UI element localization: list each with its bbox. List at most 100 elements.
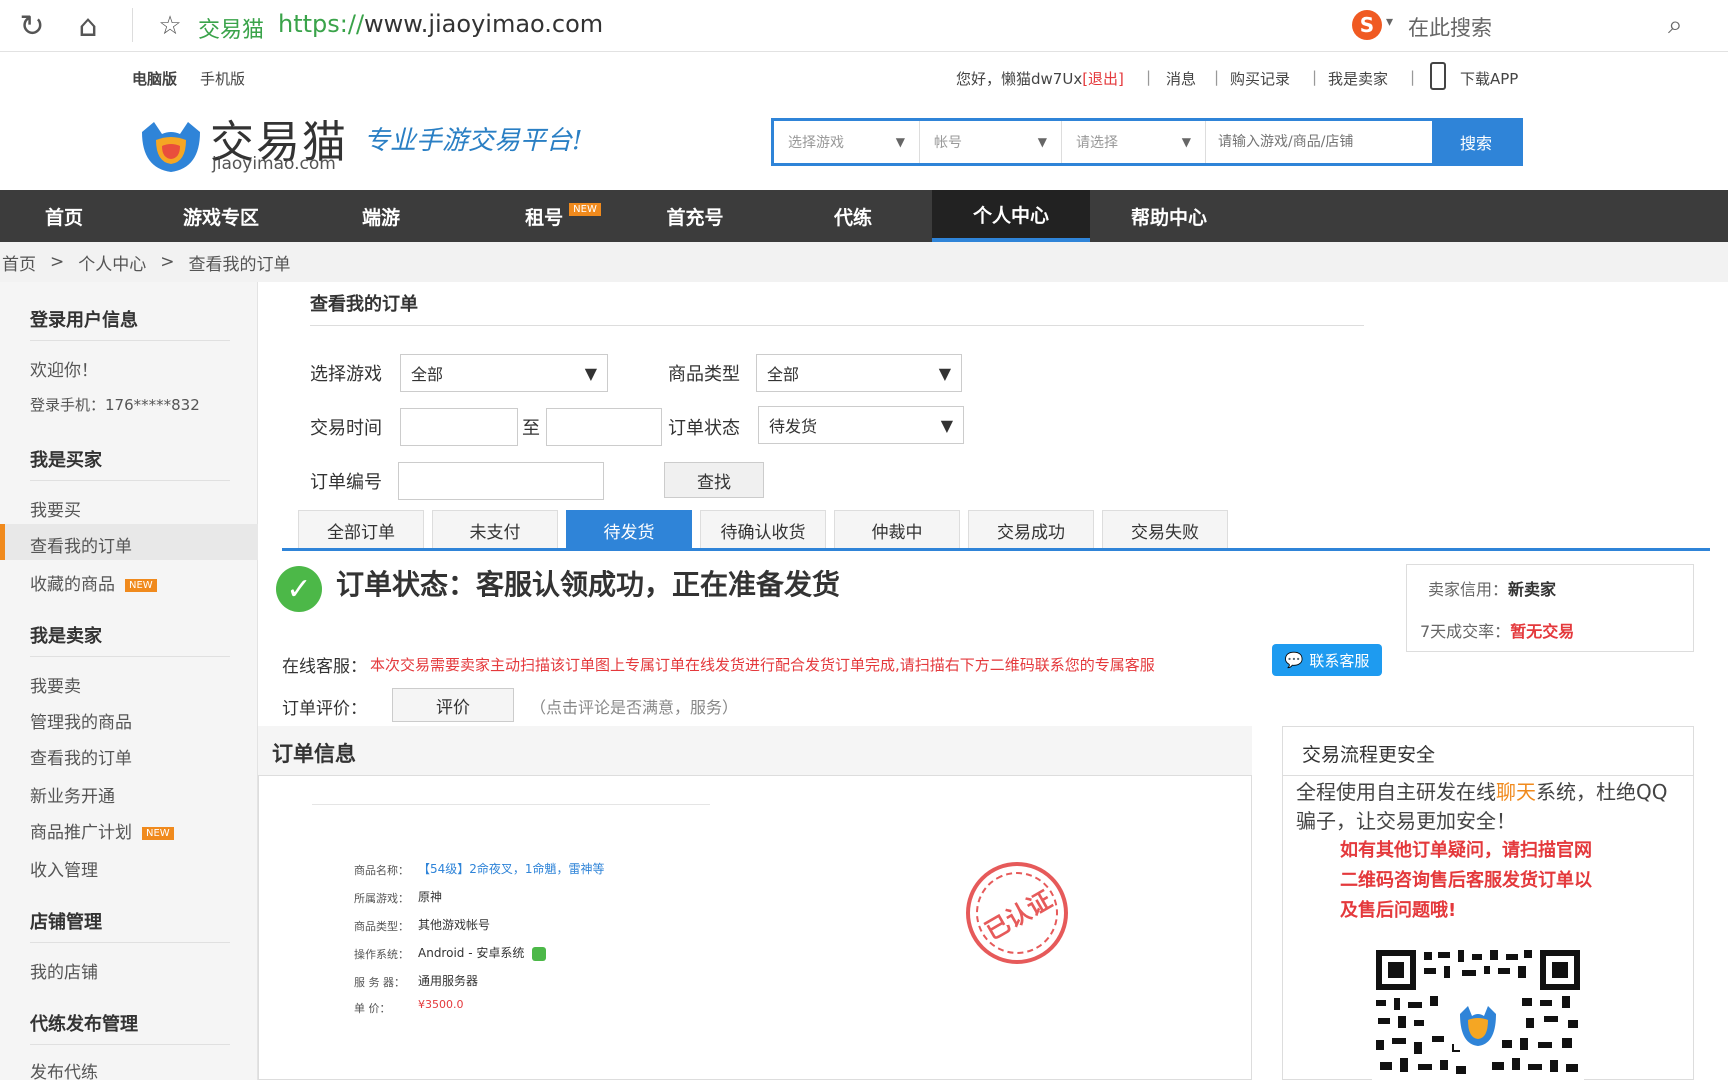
contact-cs-button[interactable]: 💬 联系客服 bbox=[1272, 644, 1382, 676]
evaluate-button[interactable]: 评价 bbox=[392, 688, 514, 722]
download-app-link[interactable]: 下载APP bbox=[1460, 68, 1518, 89]
nav-boosting[interactable]: 代练 bbox=[810, 190, 896, 242]
status-filter-select[interactable]: 待发货 ▼ bbox=[758, 406, 964, 444]
tab-all-orders[interactable]: 全部订单 bbox=[298, 510, 424, 550]
query-button[interactable]: 查找 bbox=[664, 462, 764, 498]
separator: | bbox=[1312, 68, 1318, 86]
address-bar-url[interactable]: https://www.jiaoyimao.com bbox=[278, 10, 603, 38]
sidebar-header-shop: 店铺管理 bbox=[30, 912, 102, 933]
sidebar-item-sell[interactable]: 我要卖 bbox=[30, 672, 81, 697]
tab-unpaid[interactable]: 未支付 bbox=[432, 510, 558, 550]
pc-version-link[interactable]: 电脑版 bbox=[132, 68, 177, 89]
order-info-header bbox=[258, 726, 1252, 776]
order-no-input[interactable] bbox=[398, 462, 604, 500]
dropdown-arrow-icon: ▼ bbox=[584, 363, 597, 383]
search-engine-icon[interactable]: S bbox=[1352, 10, 1382, 40]
order-status-text: 订单状态：客服认领成功，正在准备发货 bbox=[336, 568, 841, 601]
breadcrumb-home[interactable]: 首页 bbox=[2, 250, 36, 275]
seller-deals-value: 暂无交易 bbox=[1510, 622, 1575, 641]
promo-plan-label: 商品推广计划 bbox=[30, 823, 132, 843]
sidebar-item-promo-plan[interactable]: 商品推广计划 NEW bbox=[30, 818, 174, 843]
online-cs-label: 在线客服： bbox=[282, 657, 367, 677]
qr-code-icon[interactable] bbox=[1372, 946, 1584, 1080]
sidebar-item-manage-goods[interactable]: 管理我的商品 bbox=[30, 708, 132, 733]
sidebar-item-my-shop[interactable]: 我的店铺 bbox=[30, 958, 98, 983]
tab-pending-receipt[interactable]: 待确认收货 bbox=[700, 510, 826, 550]
divider bbox=[312, 804, 710, 805]
divider bbox=[310, 325, 1364, 326]
separator: | bbox=[1214, 68, 1220, 86]
type-filter-select[interactable]: 全部 ▼ bbox=[756, 354, 962, 392]
im-seller-link[interactable]: 我是卖家 bbox=[1328, 68, 1388, 89]
breadcrumb-personal-center[interactable]: 个人中心 bbox=[78, 250, 146, 275]
site-search-input[interactable] bbox=[1206, 121, 1432, 163]
logout-link[interactable]: [退出] bbox=[1082, 70, 1124, 88]
sidebar-item-favorites[interactable]: 收藏的商品 NEW bbox=[30, 570, 157, 595]
nav-personal-center[interactable]: 个人中心 bbox=[932, 190, 1090, 242]
logo-domain: jiaoyimao.com bbox=[212, 154, 336, 174]
order-info-title: 订单信息 bbox=[272, 742, 356, 766]
tab-success[interactable]: 交易成功 bbox=[968, 510, 1094, 550]
safety-notice: 如有其他订单疑问，请扫描官网二维码咨询售后客服发货订单以及售后问题哦! bbox=[1340, 840, 1592, 921]
search-icon[interactable]: ⌕ bbox=[1668, 10, 1683, 41]
reload-icon[interactable]: ↻ bbox=[14, 8, 50, 44]
page-title: 查看我的订单 bbox=[310, 294, 418, 315]
nav-game-zone[interactable]: 游戏专区 bbox=[168, 190, 274, 242]
chevron-down-icon: ▼ bbox=[895, 135, 905, 149]
favorites-label: 收藏的商品 bbox=[30, 575, 115, 595]
tab-pending-shipment[interactable]: 待发货 bbox=[566, 510, 692, 550]
account-select-label: 帐号 bbox=[934, 135, 962, 151]
sidebar-item-new-business[interactable]: 新业务开通 bbox=[30, 782, 115, 807]
new-badge: NEW bbox=[125, 578, 157, 592]
bookmark-star-icon[interactable]: ☆ bbox=[152, 8, 188, 44]
sidebar-item-buy[interactable]: 我要买 bbox=[30, 496, 81, 521]
item-os-value: Android - 安卓系统 bbox=[418, 944, 547, 961]
category-select[interactable]: 请选择 ▼ bbox=[1062, 121, 1206, 163]
user-greeting: 您好，懒猫dw7Ux[退出] bbox=[956, 68, 1124, 89]
site-search-bar: 选择游戏 ▼ 帐号 ▼ 请选择 ▼ 搜索 bbox=[771, 118, 1523, 166]
account-select[interactable]: 帐号 ▼ bbox=[920, 121, 1062, 163]
order-no-label: 订单编号 bbox=[310, 472, 382, 493]
sidebar-item-seller-orders[interactable]: 查看我的订单 bbox=[30, 744, 132, 769]
item-name-link[interactable]: 【54级】2命夜叉，1命魈，雷神等 bbox=[418, 860, 605, 877]
chevron-down-icon: ▼ bbox=[1037, 135, 1047, 149]
chat-bubble-icon: 💬 bbox=[1284, 651, 1304, 669]
messages-link[interactable]: 消息 bbox=[1166, 68, 1196, 89]
tab-arbitration[interactable]: 仲裁中 bbox=[834, 510, 960, 550]
sidebar-item-publish-boost[interactable]: 发布代练 bbox=[30, 1058, 98, 1080]
tab-failed[interactable]: 交易失败 bbox=[1102, 510, 1228, 550]
sidebar-item-income[interactable]: 收入管理 bbox=[30, 856, 98, 881]
sidebar-header-login-info: 登录用户信息 bbox=[30, 310, 138, 331]
nav-help-center[interactable]: 帮助中心 bbox=[1120, 190, 1218, 242]
welcome-text: 欢迎你！ bbox=[30, 361, 98, 381]
item-server-value: 通用服务器 bbox=[418, 974, 479, 988]
nav-first-charge[interactable]: 首充号 bbox=[652, 190, 738, 242]
purchase-records-link[interactable]: 购买记录 bbox=[1230, 68, 1290, 89]
order-status-tabs: 全部订单 未支付 待发货 待确认收货 仲裁中 交易成功 交易失败 bbox=[298, 510, 1236, 550]
nav-rent[interactable]: 租号 NEW bbox=[510, 190, 616, 242]
breadcrumb-current: 查看我的订单 bbox=[188, 254, 291, 275]
nav-home[interactable]: 首页 bbox=[24, 190, 104, 242]
address-site-name[interactable]: 交易猫 bbox=[198, 12, 264, 44]
game-filter-select[interactable]: 全部 ▼ bbox=[400, 354, 608, 392]
site-search-button[interactable]: 搜索 bbox=[1432, 121, 1520, 163]
nav-pc-games[interactable]: 端游 bbox=[338, 190, 424, 242]
seller-credit-value: 新卖家 bbox=[1508, 580, 1557, 599]
seller-deals-label: 7天成交率： bbox=[1420, 622, 1511, 641]
evaluate-hint: （点击评论是否满意，服务） bbox=[530, 698, 739, 717]
time-end-input[interactable] bbox=[546, 408, 662, 446]
time-start-input[interactable] bbox=[400, 408, 518, 446]
type-filter-label: 商品类型 bbox=[668, 364, 740, 385]
browser-search-input[interactable]: 在此搜索 bbox=[1408, 12, 1492, 42]
safety-text-a: 全程使用自主研发在线 bbox=[1296, 780, 1496, 804]
game-select[interactable]: 选择游戏 ▼ bbox=[774, 121, 920, 163]
main-navigation: 首页 游戏专区 端游 租号 NEW 首充号 代练 个人中心 帮助中心 bbox=[0, 190, 1728, 242]
mobile-version-link[interactable]: 手机版 bbox=[200, 68, 245, 89]
divider bbox=[30, 1044, 230, 1045]
chevron-down-icon[interactable]: ▾ bbox=[1386, 14, 1393, 30]
jiaoyimao-logo-icon[interactable] bbox=[136, 112, 206, 174]
home-icon[interactable]: ⌂ bbox=[70, 8, 106, 44]
sidebar-item-view-orders[interactable]: 查看我的订单 bbox=[30, 532, 132, 557]
item-name-label: 商品名称： bbox=[354, 864, 409, 877]
greeting-text: 您好，懒猫dw7Ux bbox=[956, 70, 1083, 88]
